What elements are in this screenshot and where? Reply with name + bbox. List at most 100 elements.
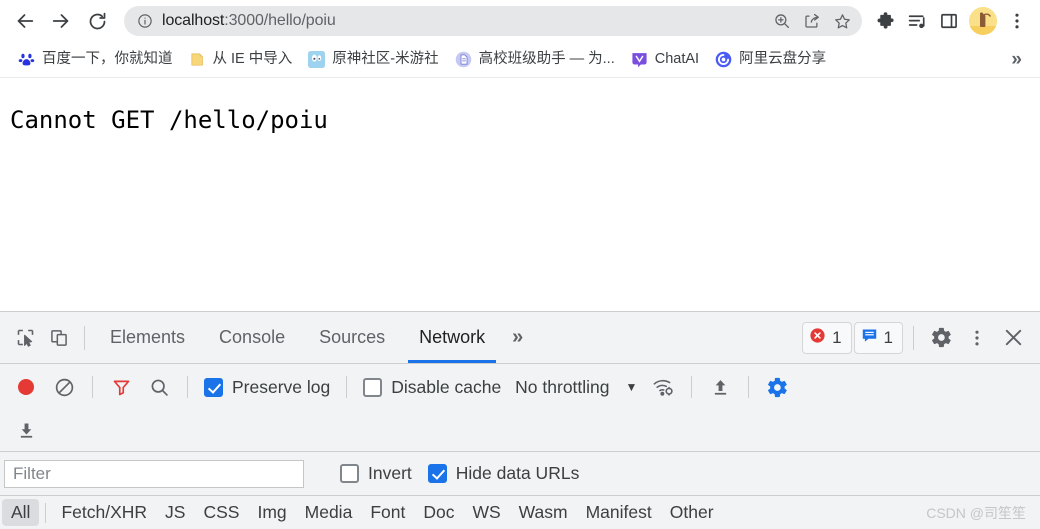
network-settings-gear-icon[interactable] [759, 369, 795, 405]
divider [346, 376, 348, 398]
checkbox-box [363, 377, 383, 397]
checkbox-box [427, 464, 447, 483]
page-content: Cannot GET /hello/poiu [0, 78, 1040, 311]
aliyun-drive-icon [715, 51, 732, 68]
baidu-paw-icon [18, 51, 35, 68]
divider [45, 502, 47, 523]
export-har-icon[interactable] [8, 413, 44, 449]
bookmark-item[interactable]: 高校班级助手 — 为... [447, 47, 623, 72]
network-conditions-icon[interactable] [645, 369, 681, 405]
invert-label: Invert [368, 463, 412, 483]
type-filter-all[interactable]: All [2, 499, 40, 526]
devtools-tabs: Elements Console Sources Network » [93, 312, 533, 363]
bookmark-item[interactable]: ChatAI [623, 47, 707, 72]
devtools-more-button[interactable] [960, 321, 994, 355]
type-filter-other[interactable]: Other [661, 499, 723, 526]
chevron-down-icon: ▼ [625, 380, 638, 394]
type-filter-fetch-xhr[interactable]: Fetch/XHR [52, 499, 156, 526]
zoom-icon[interactable] [768, 7, 796, 35]
type-filter-media[interactable]: Media [296, 499, 362, 526]
avatar[interactable] [969, 7, 997, 35]
divider [748, 376, 750, 398]
type-filter-doc[interactable]: Doc [414, 499, 463, 526]
omnibox[interactable]: localhost:3000/hello/poiu [124, 6, 862, 36]
disable-cache-label: Disable cache [391, 376, 502, 397]
bookmark-label: 百度一下，你就知道 [42, 51, 173, 68]
devtools-tabbar-right: 1 1 [802, 321, 1030, 355]
type-filter-img[interactable]: Img [248, 499, 295, 526]
gear-icon[interactable] [924, 321, 958, 355]
divider [187, 376, 188, 398]
throttling-select[interactable]: No throttling ▼ [509, 377, 643, 398]
share-icon[interactable] [798, 7, 826, 35]
media-playlist-icon[interactable] [902, 6, 932, 36]
network-toolbar: Preserve log Disable cache No throttling… [0, 364, 1040, 410]
bookmark-label: 从 IE 中导入 [212, 51, 293, 68]
divider [92, 376, 93, 398]
bookmark-star-icon[interactable] [828, 7, 856, 35]
message-icon [861, 327, 878, 349]
omnibox-path: :3000/hello/poiu [224, 12, 336, 29]
message-badge[interactable]: 1 [853, 321, 903, 354]
reload-button[interactable] [80, 4, 114, 38]
error-circle-icon [809, 327, 826, 349]
type-filter-js[interactable]: JS [156, 499, 194, 526]
tab-sources[interactable]: Sources [302, 312, 402, 363]
type-filter-wasm[interactable]: Wasm [510, 499, 577, 526]
message-count: 1 [883, 327, 893, 347]
extensions-puzzle-icon[interactable] [870, 6, 900, 36]
preserve-log-label: Preserve log [232, 376, 331, 397]
tab-network[interactable]: Network [402, 312, 502, 363]
divider [913, 325, 914, 350]
error-badge[interactable]: 1 [802, 321, 852, 354]
close-icon[interactable] [996, 321, 1030, 355]
bookmark-item[interactable]: 原神社区-米游社 [300, 47, 446, 72]
network-filter-bar: Invert Hide data URLs [0, 452, 1040, 496]
browser-toolbar: localhost:3000/hello/poiu [0, 0, 1040, 42]
browser-menu-button[interactable] [1002, 6, 1032, 36]
devtools-panel: Elements Console Sources Network » 1 1 P… [0, 311, 1040, 529]
tab-elements[interactable]: Elements [93, 312, 202, 363]
bookmark-label: ChatAI [654, 51, 700, 68]
page-error-message: Cannot GET /hello/poiu [10, 106, 328, 134]
network-toolbar-row2 [0, 410, 1040, 452]
forward-button[interactable] [44, 4, 78, 38]
info-circle-icon[interactable] [134, 10, 156, 32]
omnibox-url[interactable]: localhost:3000/hello/poiu [156, 12, 768, 30]
checkbox-box [204, 377, 223, 397]
doc-icon [455, 51, 472, 68]
omnibox-actions [768, 7, 856, 35]
import-har-icon[interactable] [702, 369, 738, 405]
side-panel-icon[interactable] [934, 6, 964, 36]
chatai-icon [631, 51, 648, 68]
disable-cache-checkbox[interactable]: Disable cache [357, 377, 507, 398]
devtools-tabs-overflow-button[interactable]: » [502, 312, 533, 363]
filter-icon[interactable] [103, 369, 139, 405]
filter-input[interactable] [4, 459, 304, 488]
device-toolbar-icon[interactable] [42, 321, 76, 355]
record-button[interactable] [8, 369, 44, 405]
back-button[interactable] [8, 4, 42, 38]
omnibox-host: localhost [162, 12, 225, 29]
bookmark-item[interactable]: 从 IE 中导入 [181, 47, 301, 72]
inspect-element-icon[interactable] [8, 321, 42, 355]
preserve-log-checkbox[interactable]: Preserve log [198, 377, 336, 398]
mihoyo-icon [308, 51, 326, 68]
type-filter-css[interactable]: CSS [194, 499, 248, 526]
hide-data-urls-checkbox[interactable]: Hide data URLs [422, 463, 586, 484]
divider [84, 325, 85, 350]
invert-checkbox[interactable]: Invert [334, 463, 418, 484]
bookmark-label: 原神社区-米游社 [332, 51, 439, 68]
type-filter-font[interactable]: Font [361, 499, 414, 526]
search-icon[interactable] [141, 369, 177, 405]
type-filter-ws[interactable]: WS [463, 499, 509, 526]
bookmarks-overflow-button[interactable]: » [1003, 49, 1030, 71]
bookmark-item[interactable]: 百度一下，你就知道 [10, 47, 181, 72]
tab-console[interactable]: Console [202, 312, 302, 363]
bookmark-item[interactable]: 阿里云盘分享 [707, 47, 834, 72]
type-filter-manifest[interactable]: Manifest [577, 499, 661, 526]
clear-icon[interactable] [46, 369, 82, 405]
folder-icon [189, 51, 206, 68]
watermark: CSDN @司笙笙 [926, 504, 1026, 521]
devtools-tabbar: Elements Console Sources Network » 1 1 [0, 312, 1040, 364]
